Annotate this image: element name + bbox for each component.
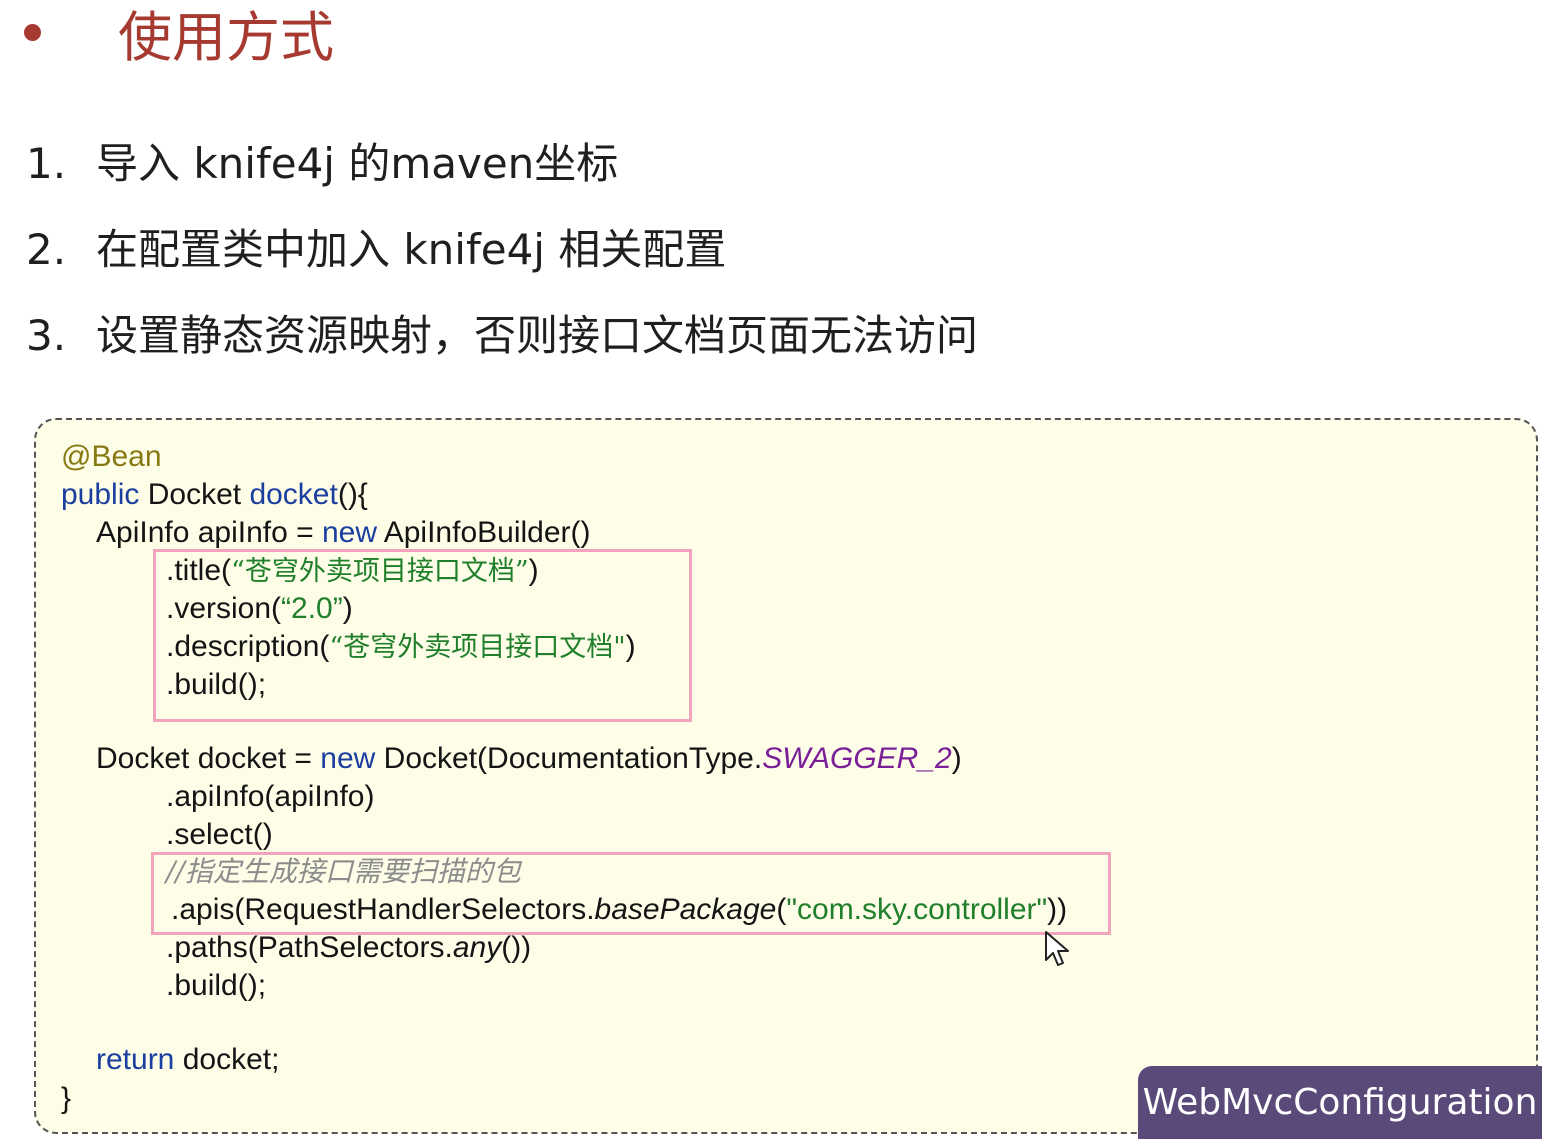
step-text: 设置静态资源映射，否则接口文档页面无法访问 xyxy=(96,311,979,360)
code-text: } xyxy=(61,1082,72,1115)
code-text: .select() xyxy=(166,818,273,851)
code-text: Docket(DocumentationType. xyxy=(375,742,763,775)
code-line: ApiInfo apiInfo = new ApiInfoBuilder() xyxy=(96,514,591,552)
code-text: Docket xyxy=(139,478,250,511)
code-keyword: new xyxy=(322,516,378,549)
code-keyword: public xyxy=(61,478,140,511)
code-keyword: new xyxy=(320,742,376,775)
step-text: 导入 knife4j 的maven坐标 xyxy=(96,139,619,188)
highlight-box-apiinfo xyxy=(153,549,692,722)
code-line: .build(); xyxy=(166,967,266,1005)
code-text: .apiInfo(apiInfo) xyxy=(166,780,375,813)
code-line: } xyxy=(61,1080,71,1118)
highlight-box-apis xyxy=(151,852,1111,935)
step-text: 在配置类中加入 knife4j 相关配置 xyxy=(96,225,727,274)
code-text: ApiInfoBuilder() xyxy=(377,516,591,549)
code-text: .build(); xyxy=(166,969,267,1002)
slide-heading: 使用方式 xyxy=(118,6,334,69)
mouse-pointer-icon xyxy=(1045,931,1069,966)
code-line: return docket; xyxy=(96,1041,279,1079)
code-keyword: return xyxy=(96,1043,175,1076)
code-constant: SWAGGER_2 xyxy=(762,742,952,775)
code-text: docket; xyxy=(174,1043,280,1076)
code-text: ) xyxy=(951,742,962,775)
step-number: 1. xyxy=(26,139,67,188)
code-text: ()) xyxy=(501,931,532,964)
code-text: (){ xyxy=(337,478,368,511)
code-line: .apiInfo(apiInfo) xyxy=(166,778,374,816)
code-method: docket xyxy=(249,478,338,511)
code-block: @Bean public Docket docket(){ ApiInfo ap… xyxy=(34,418,1538,1134)
code-line: @Bean xyxy=(61,438,162,476)
bullet-dot-icon xyxy=(24,24,41,41)
code-line: Docket docket = new Docket(Documentation… xyxy=(96,740,962,778)
code-line: .select() xyxy=(166,816,273,854)
step-number: 3. xyxy=(26,311,67,360)
code-annotation: @Bean xyxy=(61,440,162,473)
code-text: Docket docket = xyxy=(96,742,321,775)
step-number: 2. xyxy=(26,225,67,274)
code-text: .paths(PathSelectors. xyxy=(166,931,453,964)
class-name-badge: WebMvcConfiguration xyxy=(1138,1066,1542,1139)
code-italic: any xyxy=(452,931,502,964)
code-text: ApiInfo apiInfo = xyxy=(96,516,322,549)
code-line: public Docket docket(){ xyxy=(61,476,368,514)
